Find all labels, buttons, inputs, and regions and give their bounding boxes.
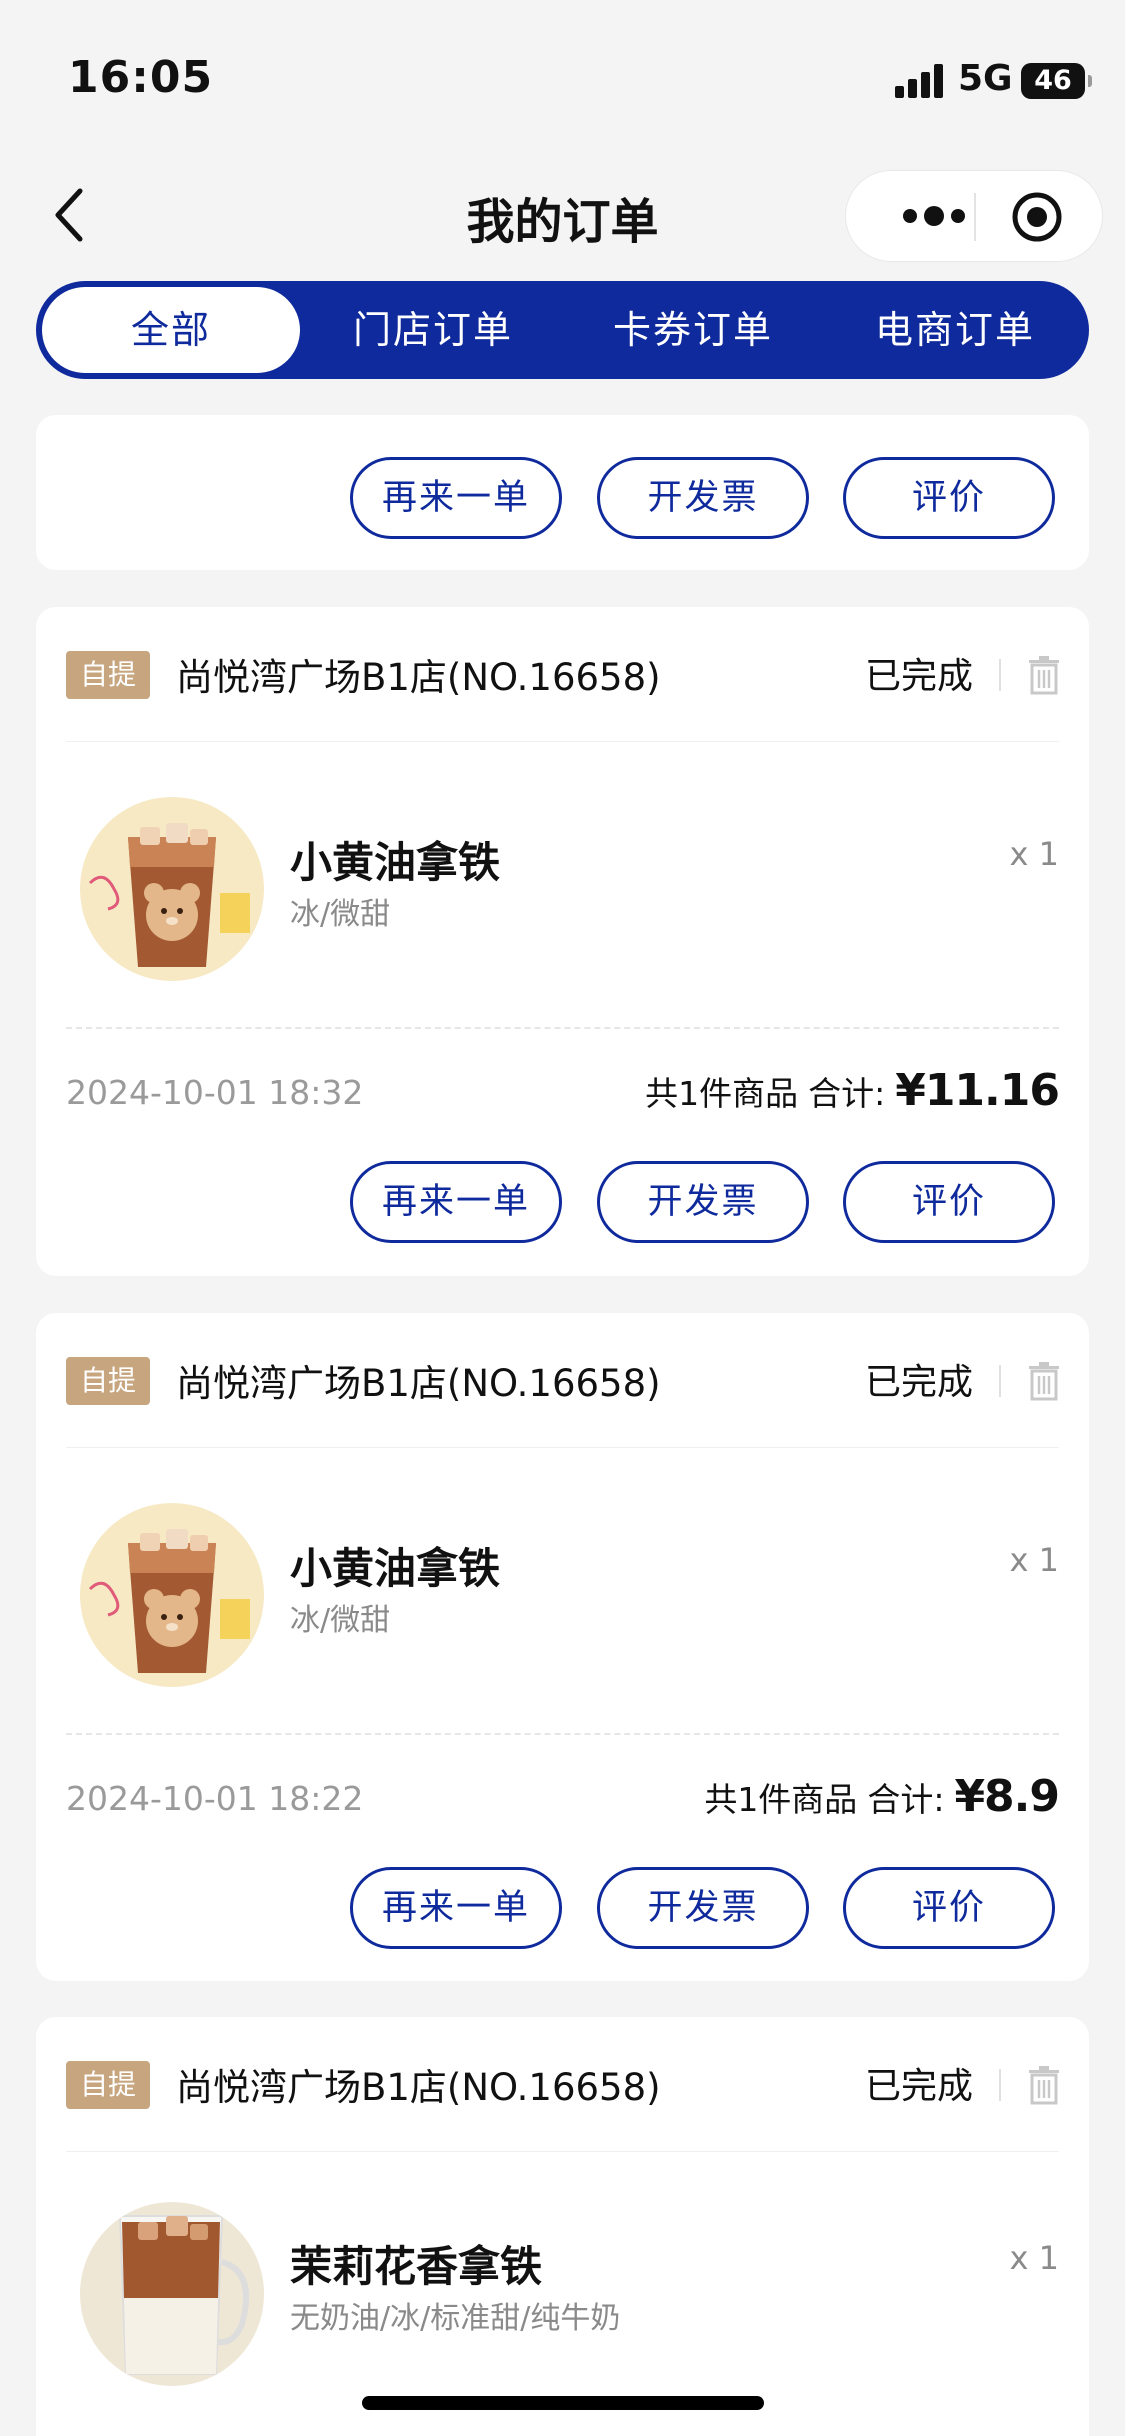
review-button[interactable]: 评价 <box>843 457 1055 539</box>
product-qty: x 1 <box>1009 1541 1059 1579</box>
pickup-badge: 自提 <box>66 1357 150 1405</box>
invoice-button[interactable]: 开发票 <box>597 1161 809 1243</box>
order-card[interactable]: 自提 尚悦湾广场B1店(NO.16658) 已完成 <box>36 607 1089 1276</box>
product-name: 小黄油拿铁 <box>290 1544 501 1593</box>
reorder-button[interactable]: 再来一单 <box>350 1867 562 1949</box>
store-name: 尚悦湾广场B1店(NO.16658) <box>176 1362 661 1405</box>
tab-coupon-orders[interactable]: 卡券订单 <box>564 287 822 373</box>
product-image <box>80 1503 264 1687</box>
header-divider-line <box>66 741 1059 742</box>
status-bar: 16:05 5G 46 <box>0 0 1125 150</box>
network-label: 5G <box>958 58 1013 99</box>
miniprogram-capsule <box>845 170 1103 262</box>
dashed-divider <box>66 1027 1059 1029</box>
review-button[interactable]: 评价 <box>843 1161 1055 1243</box>
home-indicator <box>362 2396 764 2410</box>
order-total: 共1件商品 合计: ¥11.16 <box>645 1065 1060 1116</box>
battery-icon: 46 <box>1021 63 1092 99</box>
product-qty: x 1 <box>1009 835 1059 873</box>
delete-order-button[interactable] <box>1027 2065 1061 2105</box>
trash-icon <box>1029 2066 1059 2105</box>
order-tabs: 全部 门店订单 卡券订单 电商订单 <box>36 281 1089 379</box>
jasmine-latte-image <box>80 2202 264 2386</box>
tab-ecommerce-orders[interactable]: 电商订单 <box>826 287 1084 373</box>
store-name: 尚悦湾广场B1店(NO.16658) <box>176 2066 661 2109</box>
order-header: 自提 尚悦湾广场B1店(NO.16658) 已完成 <box>36 607 1089 742</box>
order-time: 2024-10-01 18:32 <box>66 1073 364 1112</box>
pickup-badge: 自提 <box>66 2061 150 2109</box>
order-time: 2024-10-01 18:22 <box>66 1779 364 1818</box>
header-divider <box>999 1365 1001 1397</box>
order-header: 自提 尚悦湾广场B1店(NO.16658) 已完成 <box>36 2017 1089 2152</box>
signal-icon <box>895 64 947 98</box>
total-label: 合计: <box>867 1780 945 1819</box>
more-dots-icon <box>903 206 965 226</box>
product-image <box>80 797 264 981</box>
item-count: 共1件商品 <box>645 1074 799 1113</box>
delete-order-button[interactable] <box>1027 655 1061 695</box>
product-spec: 无奶油/冰/标准甜/纯牛奶 <box>290 2301 621 2336</box>
header-divider-line <box>66 1447 1059 1448</box>
order-card[interactable]: 自提 尚悦湾广场B1店(NO.16658) 已完成 <box>36 1313 1089 1981</box>
review-button[interactable]: 评价 <box>843 1867 1055 1949</box>
dashed-divider <box>66 1733 1059 1735</box>
total-label: 合计: <box>808 1074 886 1113</box>
order-header: 自提 尚悦湾广场B1店(NO.16658) 已完成 <box>36 1313 1089 1448</box>
invoice-button[interactable]: 开发票 <box>597 1867 809 1949</box>
product-image <box>80 2202 264 2386</box>
header-divider <box>999 2069 1001 2101</box>
trash-icon <box>1029 1362 1059 1401</box>
order-card[interactable]: 自提 尚悦湾广场B1店(NO.16658) 已完成 <box>36 2017 1089 2436</box>
invoice-button[interactable]: 开发票 <box>597 457 809 539</box>
latte-bear-image <box>80 797 264 981</box>
pickup-badge: 自提 <box>66 651 150 699</box>
product-spec: 冰/微甜 <box>290 1603 391 1638</box>
header-divider-line <box>66 2151 1059 2152</box>
delete-order-button[interactable] <box>1027 1361 1061 1401</box>
order-status: 已完成 <box>864 1362 973 1403</box>
order-price: ¥11.16 <box>895 1065 1060 1116</box>
order-status: 已完成 <box>864 2066 973 2107</box>
product-name: 茉莉花香拿铁 <box>290 2242 543 2291</box>
capsule-divider <box>974 193 976 241</box>
latte-bear-image <box>80 1503 264 1687</box>
order-total: 共1件商品 合计: ¥8.9 <box>704 1771 1060 1822</box>
product-qty: x 1 <box>1009 2239 1059 2277</box>
status-time: 16:05 <box>68 52 214 103</box>
order-status: 已完成 <box>864 656 973 697</box>
product-spec: 冰/微甜 <box>290 897 391 932</box>
target-circle-icon <box>1012 192 1062 242</box>
reorder-button[interactable]: 再来一单 <box>350 1161 562 1243</box>
store-name: 尚悦湾广场B1店(NO.16658) <box>176 656 661 699</box>
tab-store-orders[interactable]: 门店订单 <box>304 287 562 373</box>
order-card-partial: 再来一单 开发票 评价 <box>36 415 1089 570</box>
tab-all[interactable]: 全部 <box>42 287 300 373</box>
close-miniprogram-button[interactable] <box>1011 191 1063 243</box>
page: 16:05 5G 46 我的订单 全部 门店订单 卡券订单 电商订单 再来一单 … <box>0 0 1125 2436</box>
nav-bar: 我的订单 <box>0 150 1125 280</box>
header-divider <box>999 659 1001 691</box>
more-button[interactable] <box>894 196 974 236</box>
item-count: 共1件商品 <box>704 1780 858 1819</box>
reorder-button[interactable]: 再来一单 <box>350 457 562 539</box>
order-price: ¥8.9 <box>954 1771 1060 1822</box>
trash-icon <box>1029 656 1059 695</box>
product-name: 小黄油拿铁 <box>290 838 501 887</box>
